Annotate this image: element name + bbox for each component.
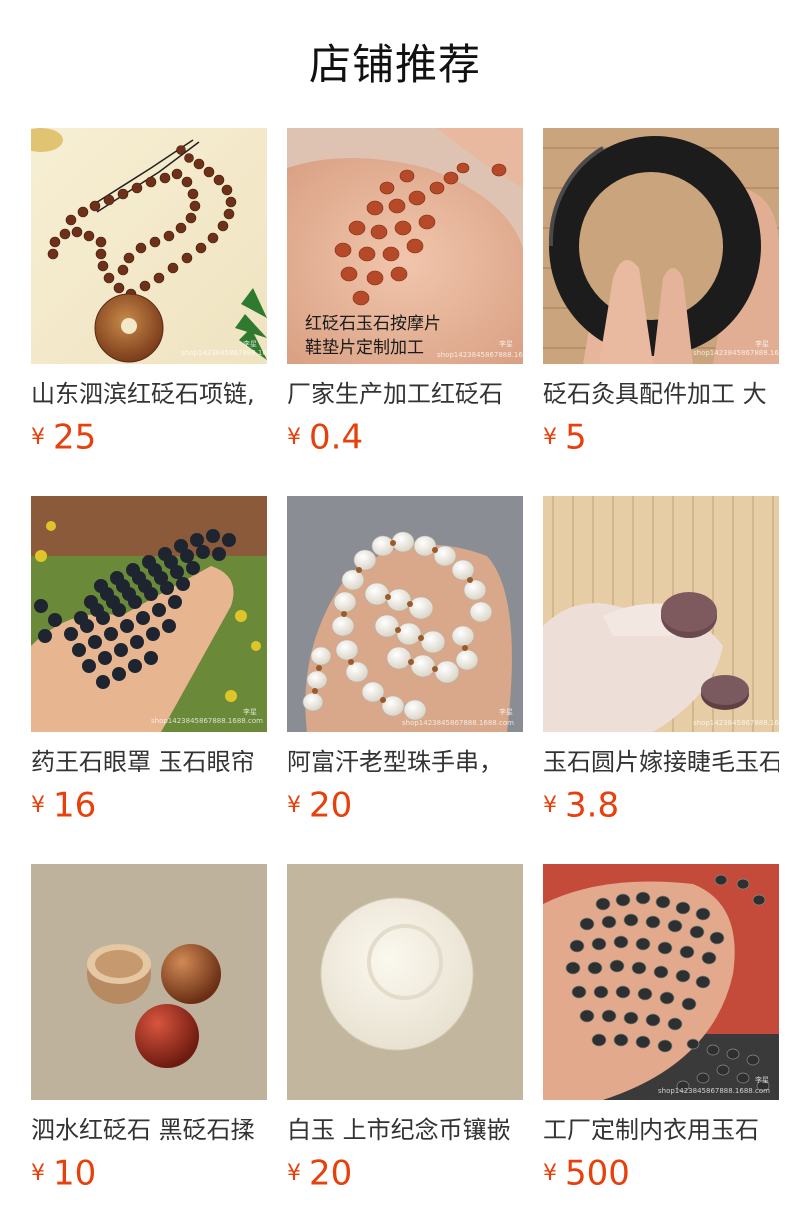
product-price: ¥0.4 <box>287 415 363 459</box>
price-amount: 3.8 <box>565 785 620 826</box>
recommend-page: 店铺推荐 shop1423845867888.16 李星 山东泗滨红砭石项链, … <box>0 0 790 1232</box>
price-amount: 10 <box>53 1153 97 1194</box>
product-name[interactable]: 山东泗滨红砭石项链, <box>31 376 267 412</box>
price-amount: 20 <box>309 785 353 826</box>
product-name[interactable]: 阿富汗老型珠手串， <box>287 744 523 780</box>
page-title: 店铺推荐 <box>308 40 481 89</box>
svg-text:鞋垫片定制加工: 鞋垫片定制加工 <box>305 338 424 358</box>
price-amount: 20 <box>309 1153 353 1194</box>
white-bead-bracelet-photo-icon: shop1423845867888.1688.com 李星 <box>287 496 523 732</box>
product-image[interactable]: shop1423845867888.1688.com 李星 <box>543 864 779 1100</box>
product-image[interactable]: 红砭石玉石按摩片 鞋垫片定制加工 shop1423845867888.1688.… <box>287 128 523 364</box>
svg-text:李星: 李星 <box>755 339 769 348</box>
white-jade-plate-photo-icon <box>287 864 523 1100</box>
product-card[interactable]: shop1423845867888.1688.com 李星 工厂定制内衣用玉石 … <box>543 864 779 1194</box>
product-name[interactable]: 泗水红砭石 黑砭石揉 <box>31 1112 267 1148</box>
product-card[interactable]: shop1423845867888.1688.com 李星 药王石眼罩 玉石眼帘… <box>31 496 267 826</box>
currency-symbol: ¥ <box>287 1160 301 1186</box>
product-price: ¥20 <box>287 1151 352 1195</box>
product-price: ¥5 <box>543 415 587 459</box>
product-card[interactable]: shop1423845867888.1688.com 李星 山东泗滨红砭石项链,… <box>31 128 267 458</box>
product-image[interactable] <box>287 864 523 1100</box>
product-price: ¥10 <box>31 1151 96 1195</box>
currency-symbol: ¥ <box>543 1160 557 1186</box>
svg-text:shop1423845867888.1688.com: shop1423845867888.1688.com <box>693 349 779 357</box>
currency-symbol: ¥ <box>287 792 301 818</box>
product-name[interactable]: 砭石灸具配件加工 大 <box>543 376 779 412</box>
product-price: ¥3.8 <box>543 783 619 827</box>
price-amount: 25 <box>53 417 97 458</box>
price-amount: 500 <box>565 1153 630 1194</box>
svg-text:红砭石玉石按摩片: 红砭石玉石按摩片 <box>305 314 441 334</box>
price-amount: 0.4 <box>309 417 364 458</box>
product-card[interactable]: 白玉 上市纪念币镶嵌 ¥20 <box>287 864 523 1194</box>
product-name[interactable]: 厂家生产加工红砭石 <box>287 376 523 412</box>
product-card[interactable]: 红砭石玉石按摩片 鞋垫片定制加工 shop1423845867888.1688.… <box>287 128 523 458</box>
product-name[interactable]: 白玉 上市纪念币镶嵌 <box>287 1112 523 1148</box>
currency-symbol: ¥ <box>31 792 45 818</box>
black-chips-photo-icon: shop1423845867888.1688.com 李星 <box>543 864 779 1100</box>
price-amount: 5 <box>565 417 587 458</box>
svg-text:shop1423845867888.1688.com: shop1423845867888.1688.com <box>402 719 514 727</box>
red-stones-in-hand-photo-icon: 红砭石玉石按摩片 鞋垫片定制加工 shop1423845867888.1688.… <box>287 128 523 364</box>
svg-text:shop1423845867888.1688.com: shop1423845867888.1688.com <box>181 349 267 357</box>
product-price: ¥500 <box>543 1151 630 1195</box>
svg-text:李星: 李星 <box>499 707 513 716</box>
product-image[interactable]: shop1423845867888.1688.com 李星 <box>31 128 267 364</box>
necklace-photo-icon: shop1423845867888.1688.com 李星 <box>31 128 267 364</box>
currency-symbol: ¥ <box>287 424 301 450</box>
product-price: ¥20 <box>287 783 352 827</box>
svg-text:shop1423845867888.1688.com: shop1423845867888.1688.com <box>693 719 779 727</box>
price-amount: 16 <box>53 785 97 826</box>
currency-symbol: ¥ <box>543 792 557 818</box>
svg-text:shop1423845867888.1688.com: shop1423845867888.1688.com <box>437 351 523 359</box>
product-price: ¥25 <box>31 415 96 459</box>
product-card[interactable]: 泗水红砭石 黑砭石揉 ¥10 <box>31 864 267 1194</box>
stone-discs-photo-icon: shop1423845867888.1688.com <box>543 496 779 732</box>
product-name[interactable]: 药王石眼罩 玉石眼帘 <box>31 744 267 780</box>
product-card[interactable]: shop1423845867888.1688.com 玉石圆片嫁接睫毛玉石 ¥3… <box>543 496 779 826</box>
svg-text:李星: 李星 <box>755 1075 769 1084</box>
product-card[interactable]: shop1423845867888.1688.com 李星 阿富汗老型珠手串， … <box>287 496 523 826</box>
product-image[interactable]: shop1423845867888.1688.com <box>543 496 779 732</box>
currency-symbol: ¥ <box>31 1160 45 1186</box>
product-grid: shop1423845867888.1688.com 李星 山东泗滨红砭石项链,… <box>31 128 779 1194</box>
svg-text:李星: 李星 <box>243 707 257 716</box>
currency-symbol: ¥ <box>31 424 45 450</box>
stone-balls-photo-icon <box>31 864 267 1100</box>
svg-text:李星: 李星 <box>243 339 257 348</box>
svg-text:李星: 李星 <box>499 339 513 348</box>
product-image[interactable]: shop1423845867888.1688.com 李星 <box>543 128 779 364</box>
product-name[interactable]: 工厂定制内衣用玉石 <box>543 1112 779 1148</box>
svg-text:shop1423845867888.1688.com: shop1423845867888.1688.com <box>658 1087 770 1095</box>
product-name[interactable]: 玉石圆片嫁接睫毛玉石 <box>543 744 779 780</box>
currency-symbol: ¥ <box>543 424 557 450</box>
product-price: ¥16 <box>31 783 96 827</box>
black-bangle-photo-icon: shop1423845867888.1688.com 李星 <box>543 128 779 364</box>
product-image[interactable]: shop1423845867888.1688.com 李星 <box>31 496 267 732</box>
svg-text:shop1423845867888.1688.com: shop1423845867888.1688.com <box>151 717 263 725</box>
black-bead-mat-photo-icon: shop1423845867888.1688.com 李星 <box>31 496 267 732</box>
product-card[interactable]: shop1423845867888.1688.com 李星 砭石灸具配件加工 大… <box>543 128 779 458</box>
product-image[interactable]: shop1423845867888.1688.com 李星 <box>287 496 523 732</box>
product-image[interactable] <box>31 864 267 1100</box>
